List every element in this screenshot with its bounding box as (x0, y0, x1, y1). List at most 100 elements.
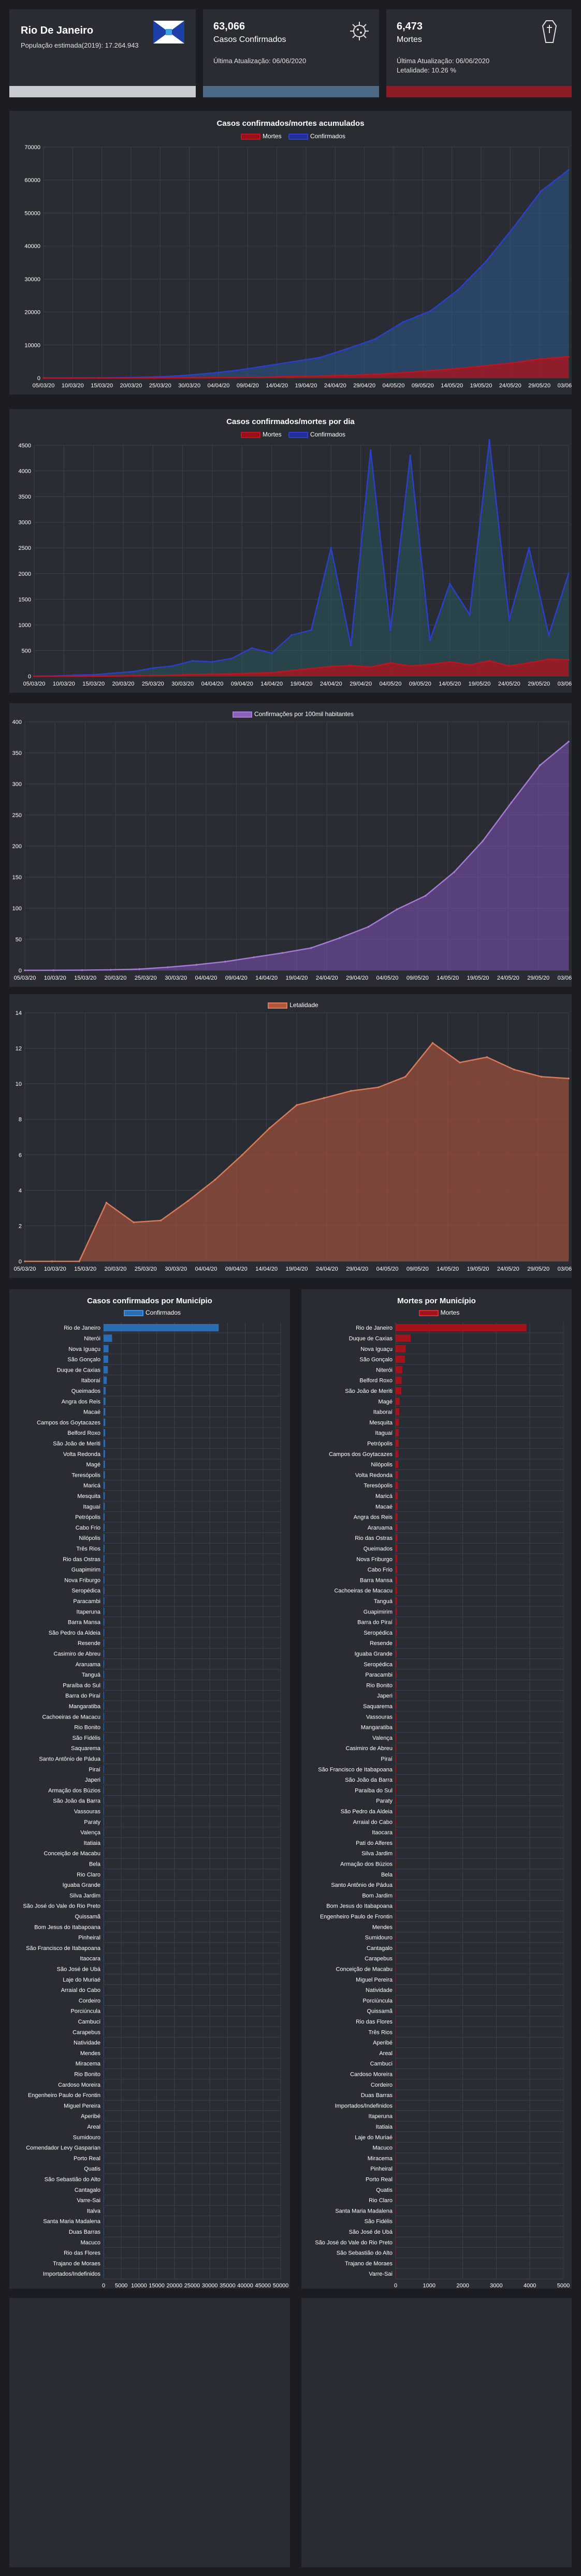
bar (396, 1387, 402, 1395)
category-label: Rio Bonito (74, 2071, 100, 2077)
deaths-by-city-title: Mortes por Município (397, 1297, 476, 1305)
y-tick-label: 40000 (24, 243, 40, 250)
deaths-by-city-panel: Mortes por Município Mortes 0 1000 2000 300… (301, 1289, 572, 2289)
category-label: Rio das Ostras (355, 1535, 393, 1541)
category-label: Rio das Ostras (63, 1556, 100, 1563)
data-point (33, 675, 35, 677)
category-label: Vassouras (74, 1809, 101, 1815)
x-tick-label: 09/05/20 (412, 383, 434, 389)
x-tick-label: 19/04/20 (295, 383, 317, 389)
data-point (191, 660, 194, 662)
category-label: Duque de Caxias (57, 1367, 101, 1373)
category-label: Armação dos Búzios (340, 1861, 393, 1867)
data-point (568, 1078, 570, 1080)
category-label: Italva (87, 2208, 101, 2214)
y-tick-label: 300 (12, 781, 22, 788)
category-label: Varre-Sai (77, 2197, 100, 2204)
y-tick-label: 20000 (24, 310, 40, 316)
data-point (409, 455, 412, 457)
x-tick-label: 50000 (273, 2282, 289, 2289)
category-label: Trajano de Moraes (53, 2261, 100, 2267)
category-label: Teresópolis (364, 1483, 393, 1489)
category-label: Rio das Flores (356, 2019, 393, 2025)
category-label: Valença (80, 1830, 101, 1836)
x-tick-label: 25/03/20 (149, 383, 171, 389)
category-label: Natividade (74, 2040, 100, 2046)
bar (104, 1376, 107, 1384)
x-tick-label: 30/03/20 (178, 383, 200, 389)
category-label: Macuco (372, 2145, 393, 2151)
data-point (330, 547, 332, 549)
legend-swatch-letalidade (268, 1002, 288, 1009)
category-label: Itatiaia (376, 2124, 393, 2130)
data-point (401, 321, 404, 324)
category-label: Cambuci (370, 2061, 393, 2067)
deaths-value: 6,473 (397, 21, 423, 32)
data-point (374, 373, 376, 375)
data-point (510, 802, 513, 804)
deaths-by-city-svg: 0 1000 2000 3000 4000 5000 Rio de Janeiro Duque… (315, 1322, 570, 2289)
category-label: Barra Mansa (68, 1620, 101, 1626)
category-label: Santa Maria Madalena (335, 2208, 393, 2214)
x-tick-label: 10000 (131, 2282, 147, 2289)
category-label: Areal (87, 2124, 100, 2130)
data-point (208, 372, 211, 374)
category-label: Seropédica (364, 1630, 393, 1636)
category-label: Paraíba do Sul (63, 1682, 100, 1689)
bar (104, 1503, 105, 1510)
y-tick-label: 0 (28, 674, 31, 680)
y-tick-label: 3000 (19, 520, 31, 526)
deaths-updated: Última Atualização: 06/06/2020 (397, 57, 490, 65)
bar (396, 1366, 402, 1374)
data-point (346, 374, 348, 376)
category-label: Nova Iguaçu (360, 1346, 393, 1352)
data-point (539, 764, 541, 766)
data-point (429, 310, 431, 312)
bar (104, 1345, 109, 1352)
category-label: São José do Vale do Rio Preto (23, 1903, 100, 1910)
data-point (112, 675, 114, 677)
data-point (486, 1056, 488, 1058)
data-point (290, 634, 293, 636)
data-point (389, 662, 391, 664)
data-point (429, 639, 431, 642)
bar (396, 1534, 398, 1542)
category-label: Porto Real (366, 2176, 393, 2182)
y-tick-label: 4500 (19, 443, 31, 449)
data-point (270, 672, 273, 674)
x-tick-label: 14/05/20 (439, 681, 461, 687)
deaths-card-bar (386, 86, 572, 97)
y-tick-label: 2 (19, 1223, 22, 1229)
data-point (453, 871, 455, 874)
legend-label-confirmados: Confirmados (310, 431, 346, 438)
category-label: Barra do Piraí (65, 1693, 100, 1699)
bar (104, 1597, 105, 1605)
category-label: Quatis (376, 2187, 393, 2193)
category-label: Nova Friburgo (64, 1577, 100, 1583)
lethality-chart-svg: 0 2 4 6 8 10 12 14 05/03/20 10/03/20 15/03/20 20/03… (14, 1010, 580, 1272)
y-tick-label: 12 (16, 1046, 22, 1052)
confirmed-value: 63,066 (213, 21, 245, 32)
x-tick-label: 0 (394, 2282, 397, 2289)
data-point (528, 547, 530, 549)
category-label: Nova Iguaçu (68, 1346, 100, 1352)
category-label: Belford Roxo (67, 1430, 100, 1436)
x-tick-label: 14/04/20 (260, 681, 283, 687)
data-point (109, 969, 112, 971)
category-label: Maricá (375, 1493, 393, 1500)
bar (104, 1334, 112, 1342)
legend-label-confirmados: Confirmados (310, 133, 346, 140)
category-label: Itaperuna (369, 2114, 393, 2120)
bar (396, 1376, 402, 1384)
y-tick-label: 500 (22, 648, 31, 654)
x-tick-label: 04/04/20 (201, 681, 224, 687)
confirmed-card: 63,066 Casos Confirmados Última Atualiza… (203, 9, 379, 97)
x-tick-label: 29/04/20 (346, 975, 368, 981)
bar (396, 1450, 399, 1458)
x-tick-label: 09/05/20 (406, 975, 429, 981)
confirmed-by-city-continued (9, 2298, 290, 2567)
data-point (208, 376, 211, 379)
confirmed-by-city-panel: Casos confirmados por Município Confirma… (9, 1289, 290, 2289)
x-tick-label: 24/04/20 (324, 383, 346, 389)
category-label: São Gonçalo (67, 1357, 100, 1363)
